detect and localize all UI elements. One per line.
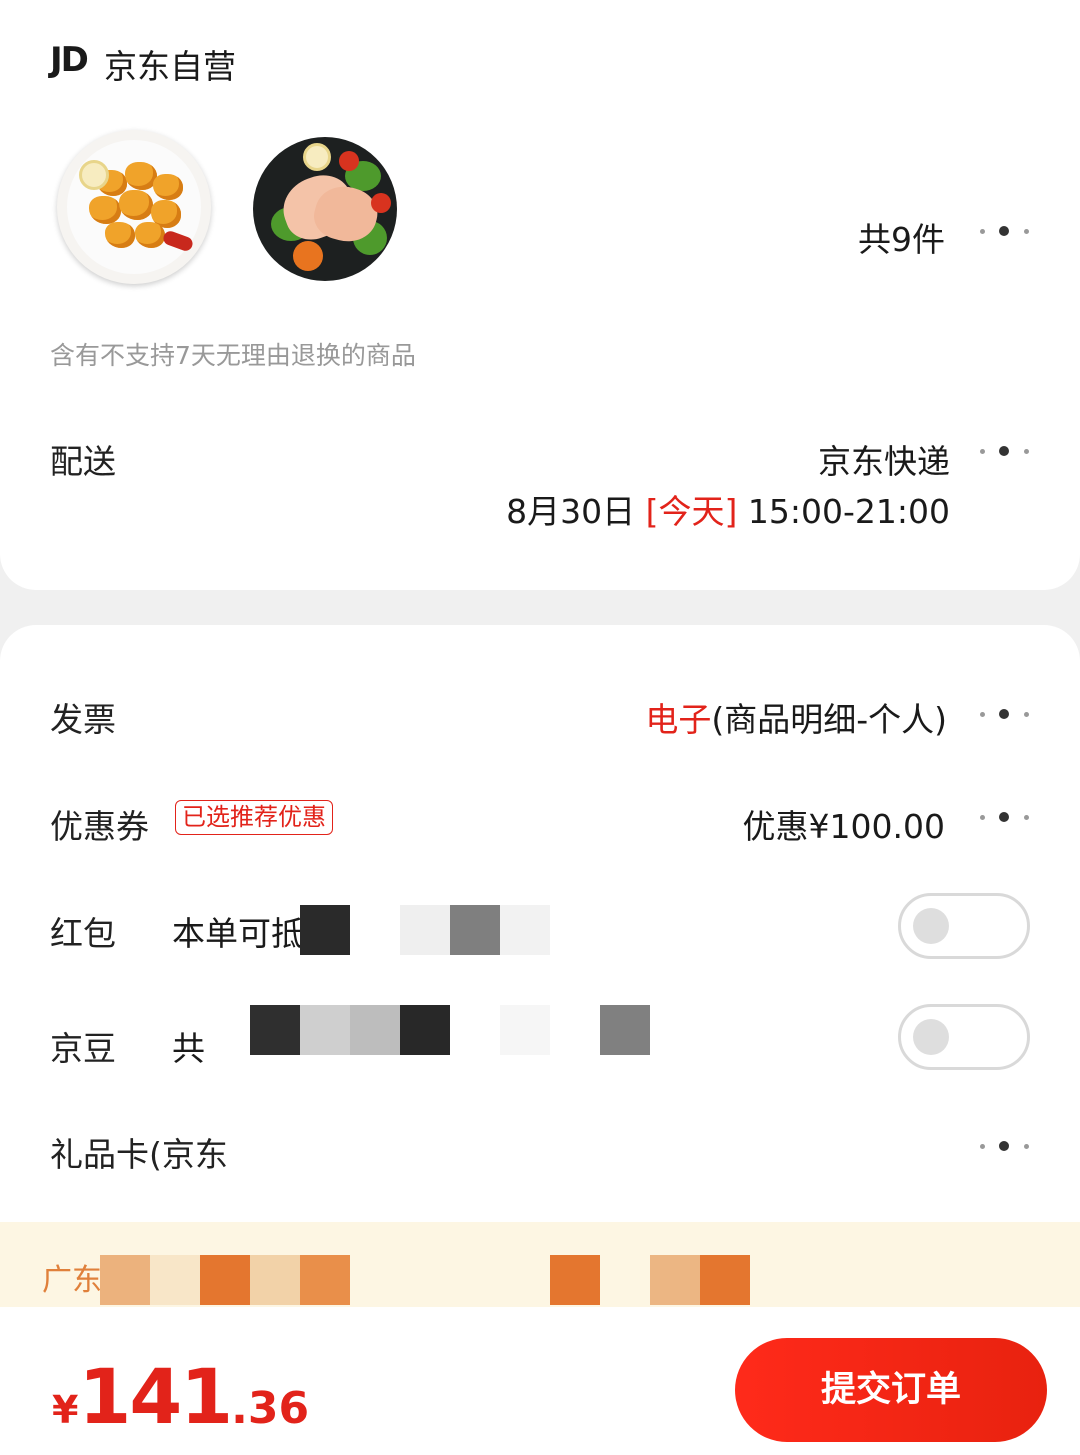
submit-order-button[interactable]: 提交订单 — [735, 1338, 1047, 1442]
return-policy-notice: 含有不支持7天无理由退换的商品 — [50, 341, 416, 370]
jd-beans-label: 京豆 — [50, 1029, 116, 1068]
price-decimal: .36 — [231, 1383, 310, 1434]
more-dots-icon[interactable] — [980, 708, 1032, 720]
redacted-block — [200, 1255, 250, 1305]
lemon-slice — [79, 160, 109, 190]
coupon-label: 优惠券 — [50, 807, 149, 846]
delivery-courier[interactable]: 京东快递 — [818, 435, 950, 483]
nugget — [89, 196, 121, 224]
redacted-block — [450, 905, 500, 955]
invoice-label: 发票 — [50, 700, 116, 739]
redacted-block — [300, 1005, 350, 1055]
nugget — [119, 190, 153, 220]
redacted-block — [600, 1005, 650, 1055]
invoice-type: 电子 — [645, 700, 712, 739]
redacted-block — [100, 1255, 150, 1305]
redacted-block — [650, 1255, 700, 1305]
redacted-block — [400, 1005, 450, 1055]
redacted-block — [250, 1005, 300, 1055]
invoice-value[interactable]: 电子(商品明细-个人) — [645, 693, 947, 741]
jd-beans-toggle[interactable] — [898, 1004, 1030, 1070]
tomato — [371, 193, 391, 213]
jd-beans-text: 共 — [172, 1029, 205, 1068]
store-name[interactable]: 京东自营 — [104, 40, 236, 88]
redacted-block — [500, 1005, 550, 1055]
product-thumb-chicken-nuggets[interactable] — [57, 130, 211, 284]
toggle-knob — [913, 1019, 949, 1055]
product-thumb-chicken-breast[interactable] — [253, 137, 397, 281]
nugget — [135, 222, 165, 248]
redacted-block — [400, 905, 450, 955]
redacted-block — [300, 905, 350, 955]
nugget — [153, 174, 183, 200]
coupon-value[interactable]: 优惠¥100.00 — [743, 800, 945, 848]
more-dots-icon[interactable] — [980, 1140, 1032, 1152]
ad-text: 广东 — [42, 1263, 102, 1298]
more-dots-icon[interactable] — [980, 445, 1032, 457]
jd-logo: JD — [50, 40, 89, 80]
invoice-detail: (商品明细-个人) — [711, 700, 947, 739]
red-packet-text: 本单可抵 — [172, 914, 304, 953]
nugget — [105, 222, 135, 248]
carrot-slice — [293, 241, 323, 271]
delivery-date: 8月30日 — [506, 492, 636, 531]
tomato — [339, 151, 359, 171]
total-price: ¥141.36 — [52, 1352, 309, 1441]
redacted-block — [500, 905, 550, 955]
more-dots-icon[interactable] — [980, 811, 1032, 823]
delivery-window: 15:00-21:00 — [747, 492, 950, 531]
toggle-knob — [913, 908, 949, 944]
delivery-label: 配送 — [50, 442, 116, 481]
lemon-slice — [303, 143, 331, 171]
redacted-block — [150, 1255, 200, 1305]
coupon-recommended-badge: 已选推荐优惠 — [175, 800, 333, 835]
red-packet-toggle[interactable] — [898, 893, 1030, 959]
red-packet-label: 红包 — [50, 914, 116, 953]
delivery-today: [今天] — [645, 492, 738, 531]
item-count[interactable]: 共9件 — [858, 213, 945, 261]
currency-symbol: ¥ — [52, 1388, 79, 1432]
redacted-block — [700, 1255, 750, 1305]
redacted-block — [550, 1255, 600, 1305]
more-dots-icon[interactable] — [980, 225, 1032, 237]
delivery-time[interactable]: 8月30日 [今天] 15:00-21:00 — [506, 485, 950, 533]
price-integer: 141 — [78, 1352, 233, 1441]
gift-card-label[interactable]: 礼品卡(京东 — [50, 1128, 228, 1176]
redacted-block — [350, 1005, 400, 1055]
store-card: JD 京东自营 共9件 含有不支持7天无理由退换的商品 配送 京东快递 8月30… — [0, 0, 1080, 590]
redacted-block — [250, 1255, 300, 1305]
redacted-block — [300, 1255, 350, 1305]
